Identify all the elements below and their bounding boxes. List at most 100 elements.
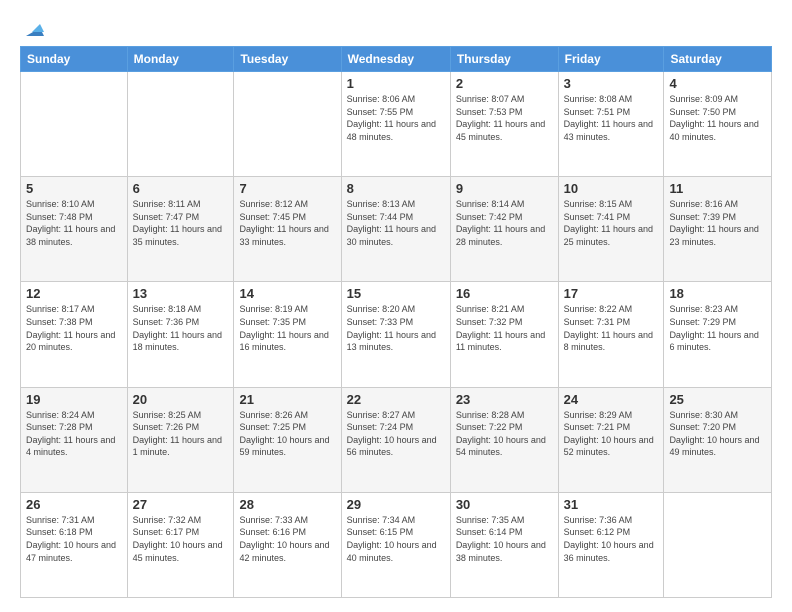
table-row: 31 Sunrise: 7:36 AM Sunset: 6:12 PM Dayli… <box>558 492 664 597</box>
day-info: Sunrise: 8:06 AM Sunset: 7:55 PM Dayligh… <box>347 93 445 143</box>
day-info: Sunrise: 8:07 AM Sunset: 7:53 PM Dayligh… <box>456 93 553 143</box>
table-row: 7Sunrise: 8:12 AM Sunset: 7:45 PM Daylig… <box>234 177 341 282</box>
table-row: 12Sunrise: 8:17 AM Sunset: 7:38 PM Dayli… <box>21 282 128 387</box>
table-row: 30 Sunrise: 7:35 AM Sunset: 6:14 PM Dayli… <box>450 492 558 597</box>
day-number: 15 <box>347 286 445 301</box>
col-friday: Friday <box>558 47 664 72</box>
table-row: 14 Sunrise: 8:19 AM Sunset: 7:35 PM Dayli… <box>234 282 341 387</box>
day-info: Sunrise: 8:14 AM Sunset: 7:42 PM Dayligh… <box>456 198 553 248</box>
table-row: 27 Sunrise: 7:32 AM Sunset: 6:17 PM Dayli… <box>127 492 234 597</box>
table-row <box>21 72 128 177</box>
day-info: Sunrise: 7:33 AM Sunset: 6:16 PM Dayligh… <box>239 514 335 564</box>
day-number: 30 <box>456 497 553 512</box>
day-number: 5 <box>26 181 122 196</box>
table-row: 18Sunrise: 8:23 AM Sunset: 7:29 PM Dayli… <box>664 282 772 387</box>
day-number: 16 <box>456 286 553 301</box>
day-number: 2 <box>456 76 553 91</box>
day-info: Sunrise: 8:28 AM Sunset: 7:22 PM Dayligh… <box>456 409 553 459</box>
day-info: Sunrise: 7:32 AM Sunset: 6:17 PM Dayligh… <box>133 514 229 564</box>
day-info: Sunrise: 7:35 AM Sunset: 6:14 PM Dayligh… <box>456 514 553 564</box>
table-row: 26Sunrise: 7:31 AM Sunset: 6:18 PM Dayli… <box>21 492 128 597</box>
table-row: 11 Sunrise: 8:16 AM Sunset: 7:39 PM Dayli… <box>664 177 772 282</box>
day-number: 19 <box>26 392 122 407</box>
day-info: Sunrise: 8:30 AM Sunset: 7:20 PM Dayligh… <box>669 409 766 459</box>
day-info: Sunrise: 8:18 AM Sunset: 7:36 PM Dayligh… <box>133 303 229 353</box>
table-row: 9 Sunrise: 8:14 AM Sunset: 7:42 PM Daylig… <box>450 177 558 282</box>
table-row: 16 Sunrise: 8:21 AM Sunset: 7:32 PM Dayli… <box>450 282 558 387</box>
day-info: Sunrise: 8:09 AM Sunset: 7:50 PM Dayligh… <box>669 93 766 143</box>
day-number: 25 <box>669 392 766 407</box>
day-number: 3 <box>564 76 659 91</box>
day-info: Sunrise: 8:26 AM Sunset: 7:25 PM Dayligh… <box>239 409 335 459</box>
calendar-table: Sunday Monday Tuesday Wednesday Thursday… <box>20 46 772 598</box>
day-number: 29 <box>347 497 445 512</box>
table-row: 10 Sunrise: 8:15 AM Sunset: 7:41 PM Dayli… <box>558 177 664 282</box>
table-row: 23 Sunrise: 8:28 AM Sunset: 7:22 PM Dayli… <box>450 387 558 492</box>
day-number: 9 <box>456 181 553 196</box>
calendar-week-row: 5 Sunrise: 8:10 AM Sunset: 7:48 PM Daylig… <box>21 177 772 282</box>
day-number: 1 <box>347 76 445 91</box>
table-row: 2 Sunrise: 8:07 AM Sunset: 7:53 PM Daylig… <box>450 72 558 177</box>
day-info: Sunrise: 8:27 AM Sunset: 7:24 PM Dayligh… <box>347 409 445 459</box>
table-row <box>127 72 234 177</box>
calendar-week-row: 12Sunrise: 8:17 AM Sunset: 7:38 PM Dayli… <box>21 282 772 387</box>
day-info: Sunrise: 8:15 AM Sunset: 7:41 PM Dayligh… <box>564 198 659 248</box>
day-number: 10 <box>564 181 659 196</box>
day-info: Sunrise: 8:21 AM Sunset: 7:32 PM Dayligh… <box>456 303 553 353</box>
day-info: Sunrise: 8:13 AM Sunset: 7:44 PM Dayligh… <box>347 198 445 248</box>
day-number: 24 <box>564 392 659 407</box>
logo <box>20 18 44 36</box>
table-row: 13 Sunrise: 8:18 AM Sunset: 7:36 PM Dayli… <box>127 282 234 387</box>
day-info: Sunrise: 8:17 AM Sunset: 7:38 PM Dayligh… <box>26 303 122 353</box>
table-row: 15 Sunrise: 8:20 AM Sunset: 7:33 PM Dayli… <box>341 282 450 387</box>
table-row: 24 Sunrise: 8:29 AM Sunset: 7:21 PM Dayli… <box>558 387 664 492</box>
day-info: Sunrise: 8:10 AM Sunset: 7:48 PM Dayligh… <box>26 198 122 248</box>
col-thursday: Thursday <box>450 47 558 72</box>
day-info: Sunrise: 7:31 AM Sunset: 6:18 PM Dayligh… <box>26 514 122 564</box>
col-sunday: Sunday <box>21 47 128 72</box>
day-number: 13 <box>133 286 229 301</box>
col-saturday: Saturday <box>664 47 772 72</box>
day-number: 22 <box>347 392 445 407</box>
table-row: 4 Sunrise: 8:09 AM Sunset: 7:50 PM Daylig… <box>664 72 772 177</box>
calendar-page: Sunday Monday Tuesday Wednesday Thursday… <box>0 0 792 612</box>
day-number: 28 <box>239 497 335 512</box>
calendar-week-row: 19 Sunrise: 8:24 AM Sunset: 7:28 PM Dayli… <box>21 387 772 492</box>
day-number: 7 <box>239 181 335 196</box>
table-row: 6 Sunrise: 8:11 AM Sunset: 7:47 PM Daylig… <box>127 177 234 282</box>
day-number: 20 <box>133 392 229 407</box>
day-info: Sunrise: 7:36 AM Sunset: 6:12 PM Dayligh… <box>564 514 659 564</box>
day-number: 31 <box>564 497 659 512</box>
table-row: 17Sunrise: 8:22 AM Sunset: 7:31 PM Dayli… <box>558 282 664 387</box>
day-number: 6 <box>133 181 229 196</box>
calendar-header-row: Sunday Monday Tuesday Wednesday Thursday… <box>21 47 772 72</box>
header <box>20 18 772 36</box>
day-info: Sunrise: 8:25 AM Sunset: 7:26 PM Dayligh… <box>133 409 229 459</box>
table-row: 1 Sunrise: 8:06 AM Sunset: 7:55 PM Daylig… <box>341 72 450 177</box>
calendar-week-row: 1 Sunrise: 8:06 AM Sunset: 7:55 PM Daylig… <box>21 72 772 177</box>
table-row: 25 Sunrise: 8:30 AM Sunset: 7:20 PM Dayli… <box>664 387 772 492</box>
table-row: 29Sunrise: 7:34 AM Sunset: 6:15 PM Dayli… <box>341 492 450 597</box>
day-info: Sunrise: 8:19 AM Sunset: 7:35 PM Dayligh… <box>239 303 335 353</box>
table-row <box>234 72 341 177</box>
day-number: 23 <box>456 392 553 407</box>
table-row: 3Sunrise: 8:08 AM Sunset: 7:51 PM Daylig… <box>558 72 664 177</box>
table-row <box>664 492 772 597</box>
day-number: 27 <box>133 497 229 512</box>
day-number: 11 <box>669 181 766 196</box>
day-info: Sunrise: 8:29 AM Sunset: 7:21 PM Dayligh… <box>564 409 659 459</box>
day-info: Sunrise: 8:20 AM Sunset: 7:33 PM Dayligh… <box>347 303 445 353</box>
day-number: 18 <box>669 286 766 301</box>
table-row: 28 Sunrise: 7:33 AM Sunset: 6:16 PM Dayli… <box>234 492 341 597</box>
day-info: Sunrise: 8:22 AM Sunset: 7:31 PM Dayligh… <box>564 303 659 353</box>
table-row: 22 Sunrise: 8:27 AM Sunset: 7:24 PM Dayli… <box>341 387 450 492</box>
calendar-week-row: 26Sunrise: 7:31 AM Sunset: 6:18 PM Dayli… <box>21 492 772 597</box>
day-number: 14 <box>239 286 335 301</box>
col-monday: Monday <box>127 47 234 72</box>
day-number: 8 <box>347 181 445 196</box>
day-info: Sunrise: 8:16 AM Sunset: 7:39 PM Dayligh… <box>669 198 766 248</box>
table-row: 8 Sunrise: 8:13 AM Sunset: 7:44 PM Daylig… <box>341 177 450 282</box>
day-info: Sunrise: 8:11 AM Sunset: 7:47 PM Dayligh… <box>133 198 229 248</box>
day-info: Sunrise: 8:24 AM Sunset: 7:28 PM Dayligh… <box>26 409 122 459</box>
day-number: 4 <box>669 76 766 91</box>
